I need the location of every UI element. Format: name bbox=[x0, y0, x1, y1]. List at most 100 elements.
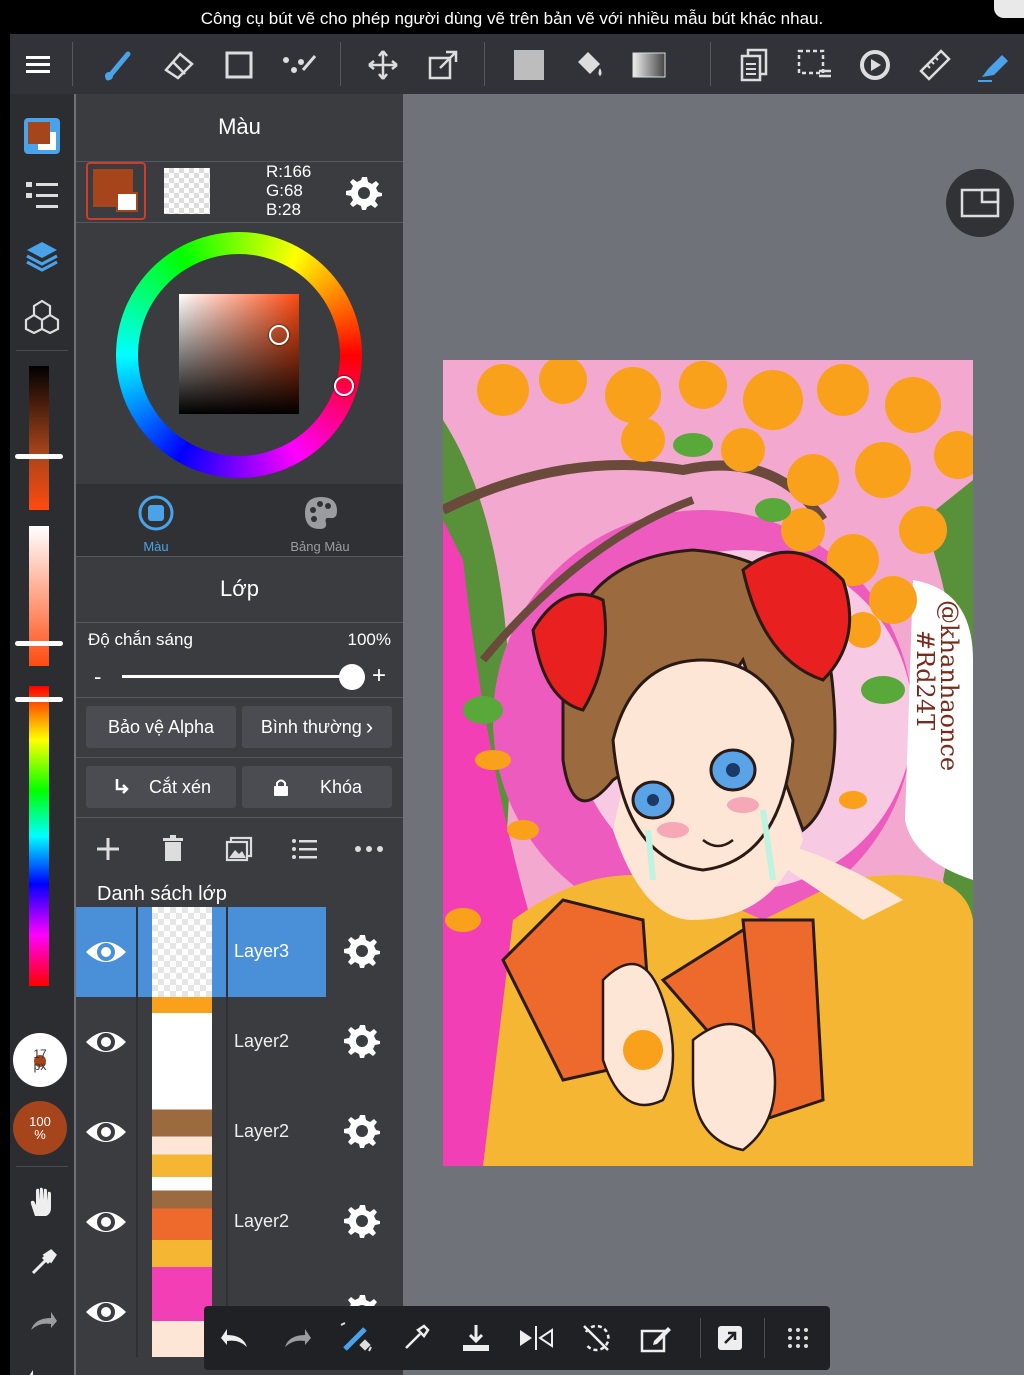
layers-icon[interactable] bbox=[20, 234, 64, 278]
flip-horizontal-icon[interactable] bbox=[514, 1316, 558, 1360]
eyedropper-icon[interactable] bbox=[20, 1240, 64, 1284]
visibility-eye-icon[interactable] bbox=[84, 1200, 128, 1244]
visibility-eye-icon[interactable] bbox=[84, 930, 128, 974]
medibang-app: 17 px 100% Màu R:166 G:68 B:28 Màu Bảng … bbox=[10, 34, 1024, 1375]
blend-mode-label: Bình thường bbox=[260, 716, 362, 737]
layer-settings-gear-icon[interactable] bbox=[344, 1022, 380, 1063]
brush-opacity-control[interactable]: 100% bbox=[13, 1101, 67, 1155]
tab-palette-label: Bảng Màu bbox=[290, 539, 350, 554]
pen-active-icon[interactable] bbox=[972, 42, 1018, 88]
lock-button[interactable]: Khóa bbox=[242, 766, 392, 808]
color-settings-gear-icon[interactable] bbox=[344, 172, 384, 212]
layer-panel-title: Lớp bbox=[220, 576, 259, 601]
color-wheel[interactable] bbox=[116, 232, 362, 478]
layer-name: Layer2 bbox=[234, 1211, 290, 1231]
opacity-label: Độ chắn sáng bbox=[88, 630, 193, 649]
layer-name: Layer2 bbox=[234, 1031, 290, 1051]
visibility-eye-icon[interactable] bbox=[84, 1290, 128, 1334]
color-panel-button[interactable] bbox=[20, 114, 64, 158]
lasso-rotate-icon[interactable] bbox=[852, 42, 898, 88]
more-options-icon[interactable] bbox=[347, 827, 391, 871]
opacity-minus-button[interactable]: - bbox=[94, 664, 101, 690]
select-pen-icon[interactable] bbox=[276, 42, 322, 88]
undo-icon[interactable] bbox=[214, 1316, 258, 1360]
redo-icon[interactable] bbox=[20, 1300, 64, 1344]
brush-icon[interactable] bbox=[96, 42, 142, 88]
opacity-plus-button[interactable]: + bbox=[372, 662, 386, 690]
brush-size-control[interactable]: 17 px bbox=[13, 1033, 67, 1087]
grid-menu-icon[interactable] bbox=[776, 1316, 820, 1360]
layer-name: Layer3 bbox=[234, 941, 290, 961]
layer-row[interactable]: Layer2 bbox=[76, 997, 403, 1087]
drawing-canvas[interactable]: @khanhaonce #Rd24T bbox=[443, 360, 973, 1166]
visibility-eye-icon[interactable] bbox=[84, 1020, 128, 1064]
opacity-slider[interactable] bbox=[122, 675, 352, 678]
edit-canvas-icon[interactable] bbox=[634, 1316, 678, 1360]
background-color-swatch[interactable] bbox=[164, 168, 210, 214]
hand-icon[interactable] bbox=[20, 1180, 64, 1224]
eyedropper-icon[interactable] bbox=[394, 1316, 438, 1360]
blend-mode-button[interactable]: Bình thường › bbox=[242, 706, 392, 748]
side-panel: Màu R:166 G:68 B:28 Màu Bảng Màu Lớp Độ … bbox=[76, 94, 403, 1375]
layer-thumbnail[interactable] bbox=[152, 997, 212, 1087]
save-download-icon[interactable] bbox=[454, 1316, 498, 1360]
layer-row[interactable]: Layer2 bbox=[76, 1177, 403, 1267]
layer-thumbnail[interactable] bbox=[152, 1177, 212, 1267]
pen-transform-icon[interactable] bbox=[334, 1316, 378, 1360]
layer-settings-gear-icon[interactable] bbox=[344, 932, 380, 973]
tab-color[interactable]: Màu bbox=[76, 489, 236, 559]
layer-settings-gear-icon[interactable] bbox=[344, 1112, 380, 1153]
sv-picker-ring[interactable] bbox=[269, 325, 289, 345]
layer-thumbnail[interactable] bbox=[152, 1087, 212, 1177]
foreground-color-swatch[interactable] bbox=[86, 162, 146, 220]
gradient-icon[interactable] bbox=[626, 42, 672, 88]
layer-settings-gear-icon[interactable] bbox=[344, 1202, 380, 1243]
brightness-knob[interactable] bbox=[15, 454, 63, 459]
color-panel-title: Màu bbox=[218, 114, 261, 139]
ruler-icon[interactable] bbox=[912, 42, 958, 88]
hue-picker-ring[interactable] bbox=[334, 376, 354, 396]
add-layer-icon[interactable] bbox=[86, 827, 130, 871]
fill-color-icon[interactable] bbox=[506, 42, 552, 88]
tab-palette[interactable]: Bảng Màu bbox=[240, 489, 400, 559]
artwork[interactable]: @khanhaonce #Rd24T bbox=[443, 360, 973, 1166]
layer-image-icon[interactable] bbox=[217, 827, 261, 871]
brightness-strip[interactable] bbox=[29, 366, 49, 510]
brush-list-icon[interactable] bbox=[20, 174, 64, 218]
undo-icon[interactable] bbox=[20, 1358, 64, 1375]
layer-thumbnail[interactable] bbox=[152, 907, 212, 997]
window-icon bbox=[960, 188, 1000, 218]
rgb-readout: R:166 G:68 B:28 bbox=[266, 162, 311, 219]
alpha-protect-button[interactable]: Bảo vệ Alpha bbox=[86, 706, 236, 748]
hue-knob[interactable] bbox=[15, 697, 63, 702]
layer-thumbnail[interactable] bbox=[152, 1267, 212, 1357]
brush-opacity-unit: % bbox=[34, 1127, 46, 1142]
bucket-icon[interactable] bbox=[566, 42, 612, 88]
move-icon[interactable] bbox=[360, 42, 406, 88]
rectangle-icon[interactable] bbox=[216, 42, 262, 88]
menu-icon[interactable] bbox=[16, 42, 62, 88]
share-icon[interactable] bbox=[708, 1316, 752, 1360]
layer-row[interactable]: Layer2 bbox=[76, 1087, 403, 1177]
lock-icon bbox=[273, 779, 288, 796]
saturation-value-square[interactable] bbox=[179, 294, 299, 414]
saturation-knob[interactable] bbox=[15, 641, 63, 646]
rgb-b: B:28 bbox=[266, 200, 301, 219]
layer-copy-icon[interactable] bbox=[732, 42, 778, 88]
materials-icon[interactable] bbox=[20, 294, 64, 338]
transform-icon[interactable] bbox=[420, 42, 466, 88]
visibility-eye-icon[interactable] bbox=[84, 1110, 128, 1154]
layer-name: Layer2 bbox=[234, 1121, 290, 1141]
selection-icon[interactable] bbox=[792, 42, 838, 88]
opacity-slider-thumb[interactable] bbox=[339, 664, 365, 690]
clipping-button[interactable]: Cắt xén bbox=[86, 766, 236, 808]
rotate-reset-icon[interactable] bbox=[574, 1316, 618, 1360]
eraser-icon[interactable] bbox=[156, 42, 202, 88]
layer-row[interactable]: Layer3 bbox=[76, 907, 403, 997]
view-toggle-button[interactable] bbox=[946, 169, 1014, 237]
hue-strip[interactable] bbox=[29, 686, 49, 986]
layer-list-icon[interactable] bbox=[282, 827, 326, 871]
redo-icon[interactable] bbox=[274, 1316, 318, 1360]
delete-layer-icon[interactable] bbox=[151, 827, 195, 871]
clipping-icon bbox=[115, 779, 129, 794]
